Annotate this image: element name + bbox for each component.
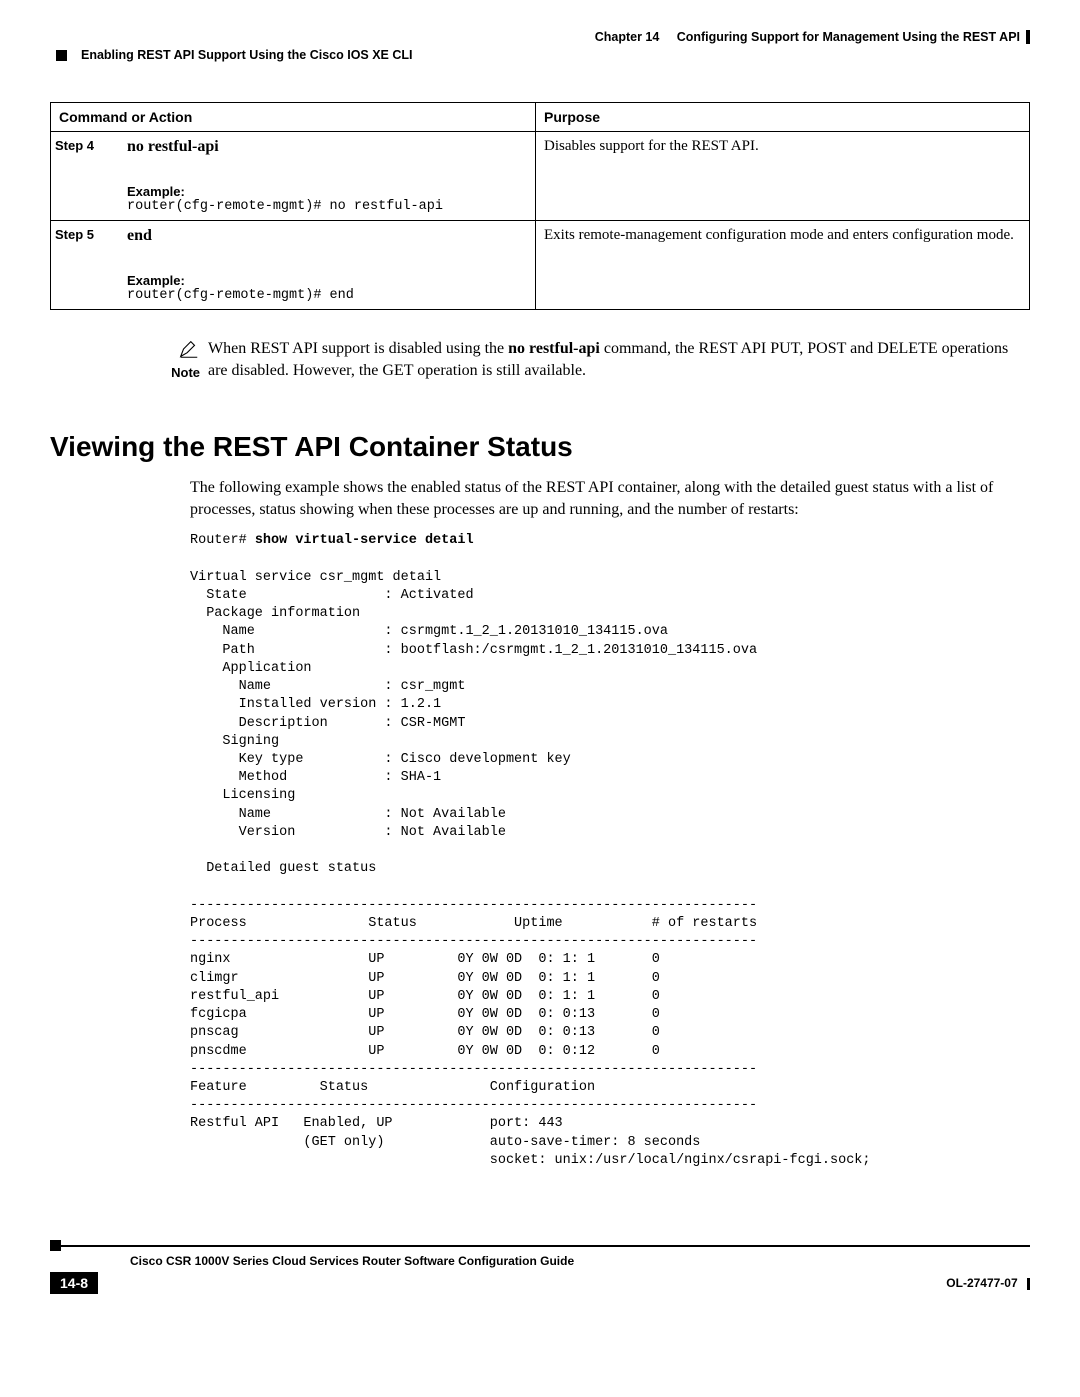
purpose-cell: Disables support for the REST API. bbox=[536, 132, 1030, 221]
example-code: router(cfg-remote-mgmt)# end bbox=[127, 288, 527, 303]
section-breadcrumb: Enabling REST API Support Using the Cisc… bbox=[81, 48, 413, 62]
command-name: no restful-api bbox=[127, 138, 219, 155]
section-paragraph: The following example shows the enabled … bbox=[190, 477, 1030, 520]
footer-square-icon bbox=[50, 1240, 61, 1251]
command-name: end bbox=[127, 227, 152, 244]
running-header: Chapter 14 Configuring Support for Manag… bbox=[50, 30, 1030, 44]
chapter-number: Chapter 14 bbox=[595, 30, 660, 44]
example-label: Example: bbox=[127, 184, 527, 199]
cli-command: show virtual-service detail bbox=[255, 533, 474, 548]
purpose-cell: Exits remote-management configuration mo… bbox=[536, 221, 1030, 310]
command-cell: no restful-api Example: router(cfg-remot… bbox=[119, 132, 536, 221]
guide-title: Cisco CSR 1000V Series Cloud Services Ro… bbox=[130, 1254, 1030, 1268]
footer-rule bbox=[61, 1245, 1030, 1247]
footer-end-bar bbox=[1027, 1278, 1030, 1290]
section-heading: Viewing the REST API Container Status bbox=[50, 431, 1030, 463]
th-command: Command or Action bbox=[51, 103, 536, 132]
table-row: Step 5 end Example: router(cfg-remote-mg… bbox=[51, 221, 1030, 310]
step-label: Step 5 bbox=[51, 221, 120, 310]
th-purpose: Purpose bbox=[536, 103, 1030, 132]
code-output: Router# show virtual-service detail Virt… bbox=[190, 532, 1030, 1170]
document-number: OL-27477-07 bbox=[946, 1276, 1030, 1290]
running-subheader: Enabling REST API Support Using the Cisc… bbox=[50, 48, 1030, 62]
page-number: 14-8 bbox=[50, 1272, 98, 1294]
step-label: Step 4 bbox=[51, 132, 120, 221]
note-icon bbox=[178, 347, 200, 364]
note-text: When REST API support is disabled using … bbox=[208, 338, 1030, 381]
cli-output: Virtual service csr_mgmt detail State : … bbox=[190, 570, 871, 1168]
procedure-table: Command or Action Purpose Step 4 no rest… bbox=[50, 102, 1030, 310]
chapter-title: Configuring Support for Management Using… bbox=[677, 30, 1020, 44]
header-end-bar bbox=[1026, 30, 1030, 44]
page-footer: Cisco CSR 1000V Series Cloud Services Ro… bbox=[50, 1240, 1030, 1294]
note-command: no restful-api bbox=[508, 340, 600, 357]
command-cell: end Example: router(cfg-remote-mgmt)# en… bbox=[119, 221, 536, 310]
subheader-square-icon bbox=[56, 50, 67, 61]
note-label: Note bbox=[140, 365, 200, 380]
example-code: router(cfg-remote-mgmt)# no restful-api bbox=[127, 199, 527, 214]
example-label: Example: bbox=[127, 273, 527, 288]
table-row: Step 4 no restful-api Example: router(cf… bbox=[51, 132, 1030, 221]
note-block: Note When REST API support is disabled u… bbox=[140, 338, 1030, 381]
